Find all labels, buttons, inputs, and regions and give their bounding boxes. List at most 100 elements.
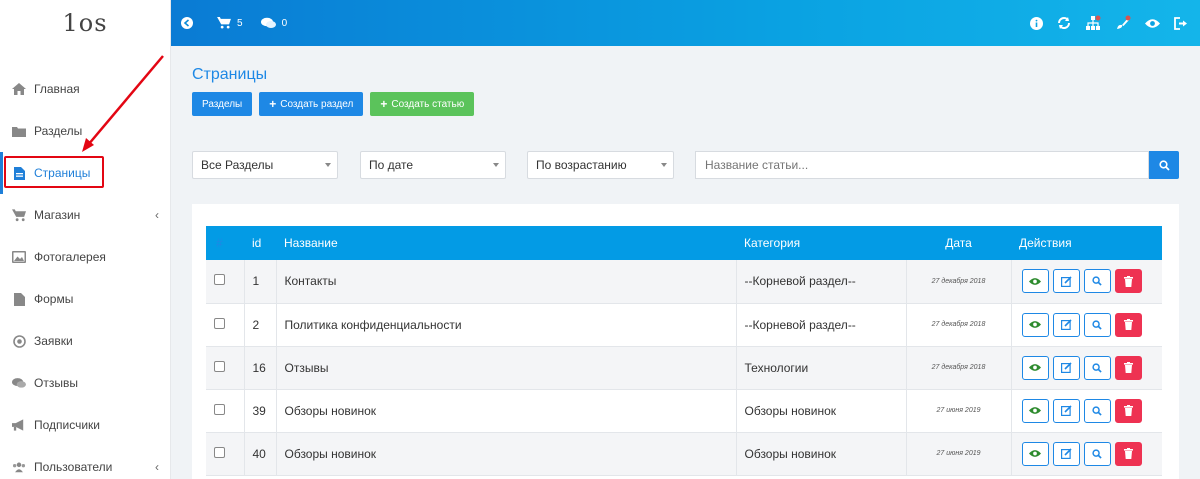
section-select[interactable]: Все Разделы — [192, 151, 338, 179]
edit-button[interactable] — [1052, 398, 1080, 423]
trash-icon — [1123, 362, 1133, 373]
search-icon — [1158, 159, 1170, 171]
topbar-actions — [1016, 0, 1188, 46]
edit-button[interactable] — [1052, 269, 1080, 294]
sidebar-item-requests[interactable]: Заявки — [0, 320, 171, 362]
sidebar-item-reviews[interactable]: Отзывы — [0, 362, 171, 404]
row-id: 40 — [244, 432, 277, 475]
table-header-row: # id Название Категория Дата Действия — [206, 226, 1162, 260]
row-actions — [1011, 389, 1162, 432]
search-button[interactable] — [1083, 441, 1111, 466]
row-name[interactable]: Обзоры новинок — [276, 389, 737, 432]
search-button[interactable] — [1083, 269, 1111, 294]
delete-button[interactable] — [1114, 269, 1142, 294]
create-section-button[interactable]: + Создать раздел — [259, 92, 364, 116]
header-name[interactable]: Название — [276, 226, 736, 260]
search-button[interactable] — [1083, 398, 1111, 423]
delete-button[interactable] — [1114, 398, 1142, 423]
order-select[interactable]: По возрастанию — [527, 151, 674, 179]
row-name[interactable]: Отзывы — [276, 346, 737, 389]
row-checkbox[interactable] — [214, 274, 225, 286]
info-icon[interactable] — [1030, 16, 1043, 30]
cart-button[interactable]: 5 — [217, 17, 243, 29]
delete-button[interactable] — [1114, 355, 1142, 380]
sidebar-item-forms[interactable]: Формы — [0, 278, 171, 320]
view-button[interactable] — [1021, 312, 1049, 337]
sidebar-item-subscribers[interactable]: Подписчики — [0, 404, 171, 446]
brush-icon[interactable] — [1115, 15, 1131, 31]
row-date: 27 декабря 2018 — [906, 303, 1012, 346]
section-select-value: Все Разделы — [201, 158, 274, 172]
circle-dot-icon — [12, 334, 26, 348]
sidebar-item-shop[interactable]: Магазин ‹ — [0, 194, 171, 236]
row-id: 1 — [244, 260, 277, 303]
view-button[interactable] — [1021, 269, 1049, 294]
plus-icon: + — [380, 97, 388, 111]
search-button[interactable] — [1149, 151, 1179, 179]
refresh-icon[interactable] — [1057, 16, 1071, 30]
back-arrow-icon — [181, 17, 193, 29]
edit-button[interactable] — [1052, 441, 1080, 466]
sidebar-item-gallery[interactable]: Фотогалерея — [0, 236, 171, 278]
page-title: Страницы — [192, 66, 268, 83]
sort-by-select[interactable]: По дате — [360, 151, 506, 179]
sidebar-item-label: Разделы — [34, 124, 83, 138]
sections-button[interactable]: Разделы — [192, 92, 253, 116]
logout-icon[interactable] — [1174, 16, 1188, 30]
table-row: 16 Отзывы Технологии 27 декабря 2018 — [206, 346, 1162, 389]
view-button[interactable] — [1021, 441, 1049, 466]
row-name[interactable]: Обзоры новинок — [276, 432, 737, 475]
edit-icon — [1060, 448, 1072, 459]
row-date: 27 декабря 2018 — [906, 260, 1012, 303]
messages-button[interactable]: 0 — [260, 17, 287, 29]
row-name[interactable]: Контакты — [276, 260, 737, 303]
create-section-label: Создать раздел — [280, 98, 354, 110]
view-button[interactable] — [1021, 355, 1049, 380]
header-check: # — [216, 236, 223, 250]
row-id: 16 — [244, 346, 277, 389]
chevron-left-icon: ‹ — [155, 460, 159, 474]
row-checkbox[interactable] — [214, 317, 225, 329]
header-date[interactable]: Дата — [906, 226, 1011, 260]
pages-table: # id Название Категория Дата Действия 1К… — [206, 226, 1162, 476]
eye-icon[interactable] — [1145, 18, 1160, 29]
edit-icon — [1060, 405, 1072, 416]
row-name[interactable]: Политика конфиденциальности — [276, 303, 737, 346]
sidebar: 1os Главная Разделы Страницы Магазин ‹ Ф… — [0, 0, 171, 479]
sidebar-item-users[interactable]: Пользователи ‹ — [0, 446, 171, 479]
sidebar-item-label: Главная — [34, 82, 80, 96]
eye-icon — [1029, 364, 1041, 371]
cart-icon — [217, 17, 231, 29]
row-category: --Корневой раздел-- — [736, 260, 907, 303]
sidebar-item-label: Пользователи — [34, 460, 113, 474]
edit-button[interactable] — [1052, 355, 1080, 380]
table-row: 39 Обзоры новинок Обзоры новинок 27 июня 20… — [206, 389, 1162, 432]
row-id: 39 — [244, 389, 277, 432]
header-id[interactable]: id — [244, 226, 276, 260]
view-button[interactable] — [1021, 398, 1049, 423]
search-button[interactable] — [1083, 355, 1111, 380]
sidebar-item-sections[interactable]: Разделы — [0, 110, 171, 152]
row-checkbox[interactable] — [214, 446, 225, 458]
folder-icon — [12, 124, 26, 138]
sidebar-item-label: Магазин — [34, 208, 81, 222]
search-button[interactable] — [1083, 312, 1111, 337]
sections-button-label: Разделы — [202, 98, 243, 110]
header-category[interactable]: Категория — [736, 226, 906, 260]
row-checkbox[interactable] — [214, 360, 225, 372]
order-select-value: По возрастанию — [536, 158, 627, 172]
cart-icon — [12, 208, 26, 222]
row-date: 27 июня 2019 — [906, 389, 1012, 432]
logo[interactable]: 1os — [0, 0, 170, 46]
edit-button[interactable] — [1052, 312, 1080, 337]
sitemap-icon[interactable] — [1085, 15, 1101, 31]
delete-button[interactable] — [1114, 441, 1142, 466]
document-icon — [12, 292, 26, 306]
back-button[interactable] — [181, 17, 199, 29]
search-input[interactable] — [695, 151, 1149, 179]
row-checkbox-cell — [206, 260, 245, 303]
sidebar-item-home[interactable]: Главная — [0, 68, 171, 110]
create-article-button[interactable]: + Создать статью — [370, 92, 475, 116]
delete-button[interactable] — [1114, 312, 1142, 337]
row-checkbox[interactable] — [214, 403, 225, 415]
